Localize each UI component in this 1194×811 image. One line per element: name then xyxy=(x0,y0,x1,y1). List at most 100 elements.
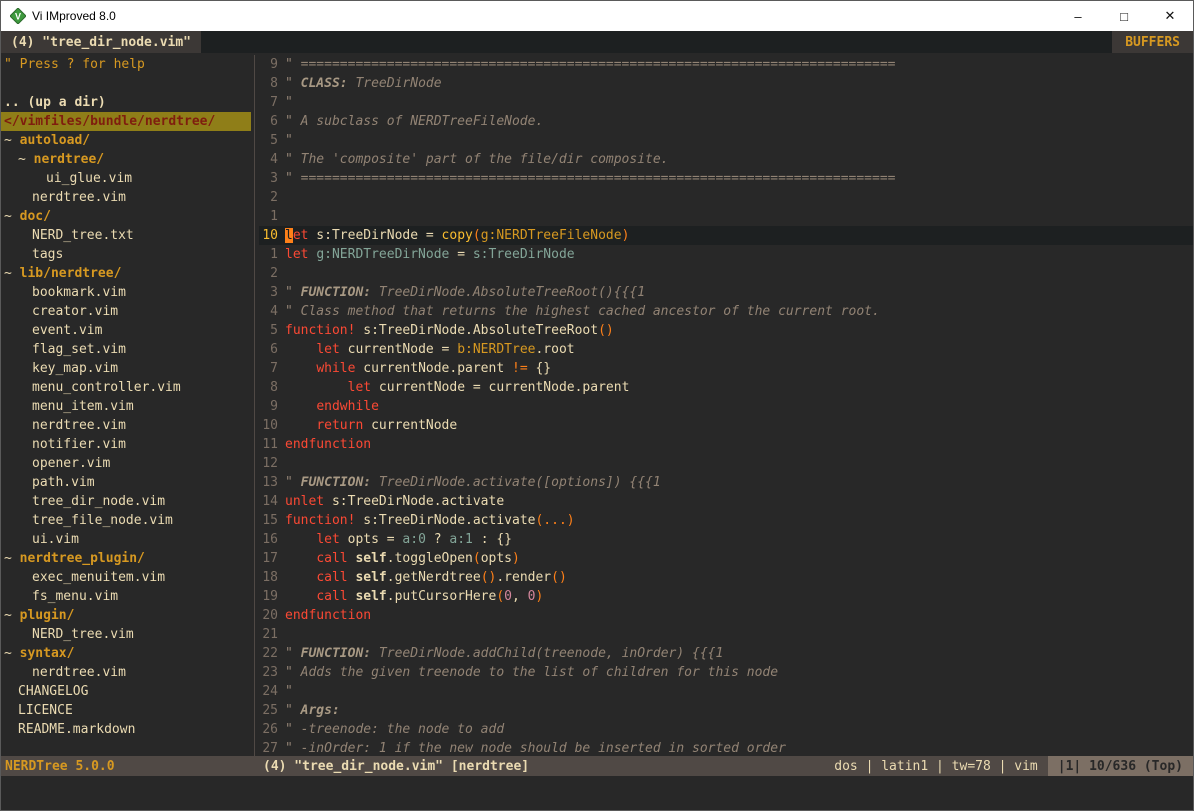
tree-item-dir[interactable]: ~ plugin/ xyxy=(1,606,251,625)
code-line[interactable]: 14unlet s:TreeDirNode.activate xyxy=(259,492,1193,511)
code-line[interactable]: 20endfunction xyxy=(259,606,1193,625)
code-line[interactable]: 18 call self.getNerdtree().render() xyxy=(259,568,1193,587)
code-line[interactable]: 5function! s:TreeDirNode.AbsoluteTreeRoo… xyxy=(259,321,1193,340)
tree-item-file[interactable]: nerdtree.vim xyxy=(1,188,251,207)
window-title: Vi IMproved 8.0 xyxy=(32,9,116,23)
maximize-button[interactable]: □ xyxy=(1101,1,1147,31)
code-line[interactable]: 1let g:NERDTreeDirNode = s:TreeDirNode xyxy=(259,245,1193,264)
code-line[interactable]: 4" Class method that returns the highest… xyxy=(259,302,1193,321)
tree-item-dir[interactable]: ~ lib/nerdtree/ xyxy=(1,264,251,283)
code-line[interactable]: 25" Args: xyxy=(259,701,1193,720)
tree-item-file[interactable]: creator.vim xyxy=(1,302,251,321)
code-line[interactable]: 7" xyxy=(259,93,1193,112)
tree-item-file[interactable]: path.vim xyxy=(1,473,251,492)
code-line[interactable]: 8" CLASS: TreeDirNode xyxy=(259,74,1193,93)
tree-item-path[interactable]: </vimfiles/bundle/nerdtree/ xyxy=(1,112,251,131)
code-text: call self.toggleOpen(opts) xyxy=(285,549,520,568)
code-line[interactable]: 27" -inOrder: 1 if the new node should b… xyxy=(259,739,1193,756)
tree-item-dir[interactable]: ~ syntax/ xyxy=(1,644,251,663)
code-line[interactable]: 16 let opts = a:0 ? a:1 : {} xyxy=(259,530,1193,549)
vsplit-separator[interactable] xyxy=(251,55,259,756)
tab-current[interactable]: (4) "tree_dir_node.vim" xyxy=(1,31,201,53)
tree-item-file[interactable]: fs_menu.vim xyxy=(1,587,251,606)
tree-item-label: notifier.vim xyxy=(32,437,126,452)
editor-panel[interactable]: 9" =====================================… xyxy=(259,55,1193,756)
line-number: 27 xyxy=(259,739,285,756)
code-line-current[interactable]: 10let s:TreeDirNode = copy(g:NERDTreeFil… xyxy=(259,226,1193,245)
tree-item-file[interactable]: menu_item.vim xyxy=(1,397,251,416)
dir-expand-marker-icon[interactable]: ~ xyxy=(4,551,20,566)
code-line[interactable]: 5" xyxy=(259,131,1193,150)
code-line[interactable]: 21 xyxy=(259,625,1193,644)
code-line[interactable]: 13" FUNCTION: TreeDirNode.activate([opti… xyxy=(259,473,1193,492)
tree-item-file[interactable]: bookmark.vim xyxy=(1,283,251,302)
dir-expand-marker-icon[interactable]: ~ xyxy=(18,152,34,167)
code-line[interactable]: 22" FUNCTION: TreeDirNode.addChild(treen… xyxy=(259,644,1193,663)
tree-item-file[interactable]: notifier.vim xyxy=(1,435,251,454)
tree-item-file[interactable]: key_map.vim xyxy=(1,359,251,378)
line-number: 9 xyxy=(259,55,285,74)
tree-item-label: tree_dir_node.vim xyxy=(32,494,165,509)
svg-text:V: V xyxy=(15,12,21,22)
tree-item-dir[interactable]: ~ nerdtree_plugin/ xyxy=(1,549,251,568)
tree-item-file[interactable]: nerdtree.vim xyxy=(1,663,251,682)
dir-expand-marker-icon[interactable]: ~ xyxy=(4,133,20,148)
code-line[interactable]: 19 call self.putCursorHere(0, 0) xyxy=(259,587,1193,606)
line-number: 23 xyxy=(259,663,285,682)
tree-item-file[interactable]: ui_glue.vim xyxy=(1,169,251,188)
code-line[interactable]: 24" xyxy=(259,682,1193,701)
tree-item-up[interactable]: .. (up a dir) xyxy=(1,93,251,112)
dir-expand-marker-icon[interactable]: ~ xyxy=(4,266,20,281)
tree-item-label: .. (up a dir) xyxy=(4,95,106,110)
code-line[interactable]: 17 call self.toggleOpen(opts) xyxy=(259,549,1193,568)
tree-item-help[interactable]: " Press ? for help xyxy=(1,55,251,74)
tree-item-file[interactable]: NERD_tree.vim xyxy=(1,625,251,644)
code-line[interactable]: 3" FUNCTION: TreeDirNode.AbsoluteTreeRoo… xyxy=(259,283,1193,302)
tree-item-file[interactable]: LICENCE xyxy=(1,701,251,720)
tree-item-file[interactable]: event.vim xyxy=(1,321,251,340)
tree-item-file[interactable]: opener.vim xyxy=(1,454,251,473)
code-line[interactable]: 11endfunction xyxy=(259,435,1193,454)
line-number: 1 xyxy=(259,245,285,264)
tree-item-file[interactable]: tree_dir_node.vim xyxy=(1,492,251,511)
tree-item-file[interactable]: tags xyxy=(1,245,251,264)
code-line[interactable]: 2 xyxy=(259,188,1193,207)
tree-item-file[interactable]: CHANGELOG xyxy=(1,682,251,701)
dir-expand-marker-icon[interactable]: ~ xyxy=(4,646,20,661)
code-line[interactable]: 23" Adds the given treenode to the list … xyxy=(259,663,1193,682)
code-line[interactable]: 2 xyxy=(259,264,1193,283)
tree-item-file[interactable]: exec_menuitem.vim xyxy=(1,568,251,587)
code-line[interactable]: 12 xyxy=(259,454,1193,473)
code-line[interactable]: 4" The 'composite' part of the file/dir … xyxy=(259,150,1193,169)
line-number: 10 xyxy=(259,226,285,245)
code-line[interactable]: 7 while currentNode.parent != {} xyxy=(259,359,1193,378)
code-line[interactable]: 3" =====================================… xyxy=(259,169,1193,188)
code-line[interactable]: 6" A subclass of NERDTreeFileNode. xyxy=(259,112,1193,131)
tree-item-file[interactable]: nerdtree.vim xyxy=(1,416,251,435)
tree-item-file[interactable]: tree_file_node.vim xyxy=(1,511,251,530)
dir-expand-marker-icon[interactable]: ~ xyxy=(4,608,20,623)
code-line[interactable]: 1 xyxy=(259,207,1193,226)
minimize-button[interactable]: – xyxy=(1055,1,1101,31)
code-line[interactable]: 15function! s:TreeDirNode.activate(...) xyxy=(259,511,1193,530)
tree-item-file[interactable]: NERD_tree.txt xyxy=(1,226,251,245)
tree-item-dir[interactable]: ~ nerdtree/ xyxy=(1,150,251,169)
tree-item-dir[interactable]: ~ autoload/ xyxy=(1,131,251,150)
code-line[interactable]: 6 let currentNode = b:NERDTree.root xyxy=(259,340,1193,359)
tree-item-file[interactable]: menu_controller.vim xyxy=(1,378,251,397)
tree-item-label: bookmark.vim xyxy=(32,285,126,300)
tree-item-file[interactable]: flag_set.vim xyxy=(1,340,251,359)
code-line[interactable]: 9 endwhile xyxy=(259,397,1193,416)
code-line[interactable]: 9" =====================================… xyxy=(259,55,1193,74)
code-text: " FUNCTION: TreeDirNode.activate([option… xyxy=(285,473,661,492)
tree-item-file[interactable]: README.markdown xyxy=(1,720,251,739)
title-bar[interactable]: V Vi IMproved 8.0 – □ ✕ xyxy=(1,1,1193,31)
code-line[interactable]: 8 let currentNode = currentNode.parent xyxy=(259,378,1193,397)
tree-item-dir[interactable]: ~ doc/ xyxy=(1,207,251,226)
tree-item-file[interactable]: ui.vim xyxy=(1,530,251,549)
line-number: 6 xyxy=(259,340,285,359)
dir-expand-marker-icon[interactable]: ~ xyxy=(4,209,20,224)
code-line[interactable]: 10 return currentNode xyxy=(259,416,1193,435)
close-button[interactable]: ✕ xyxy=(1147,1,1193,31)
code-line[interactable]: 26" -treenode: the node to add xyxy=(259,720,1193,739)
